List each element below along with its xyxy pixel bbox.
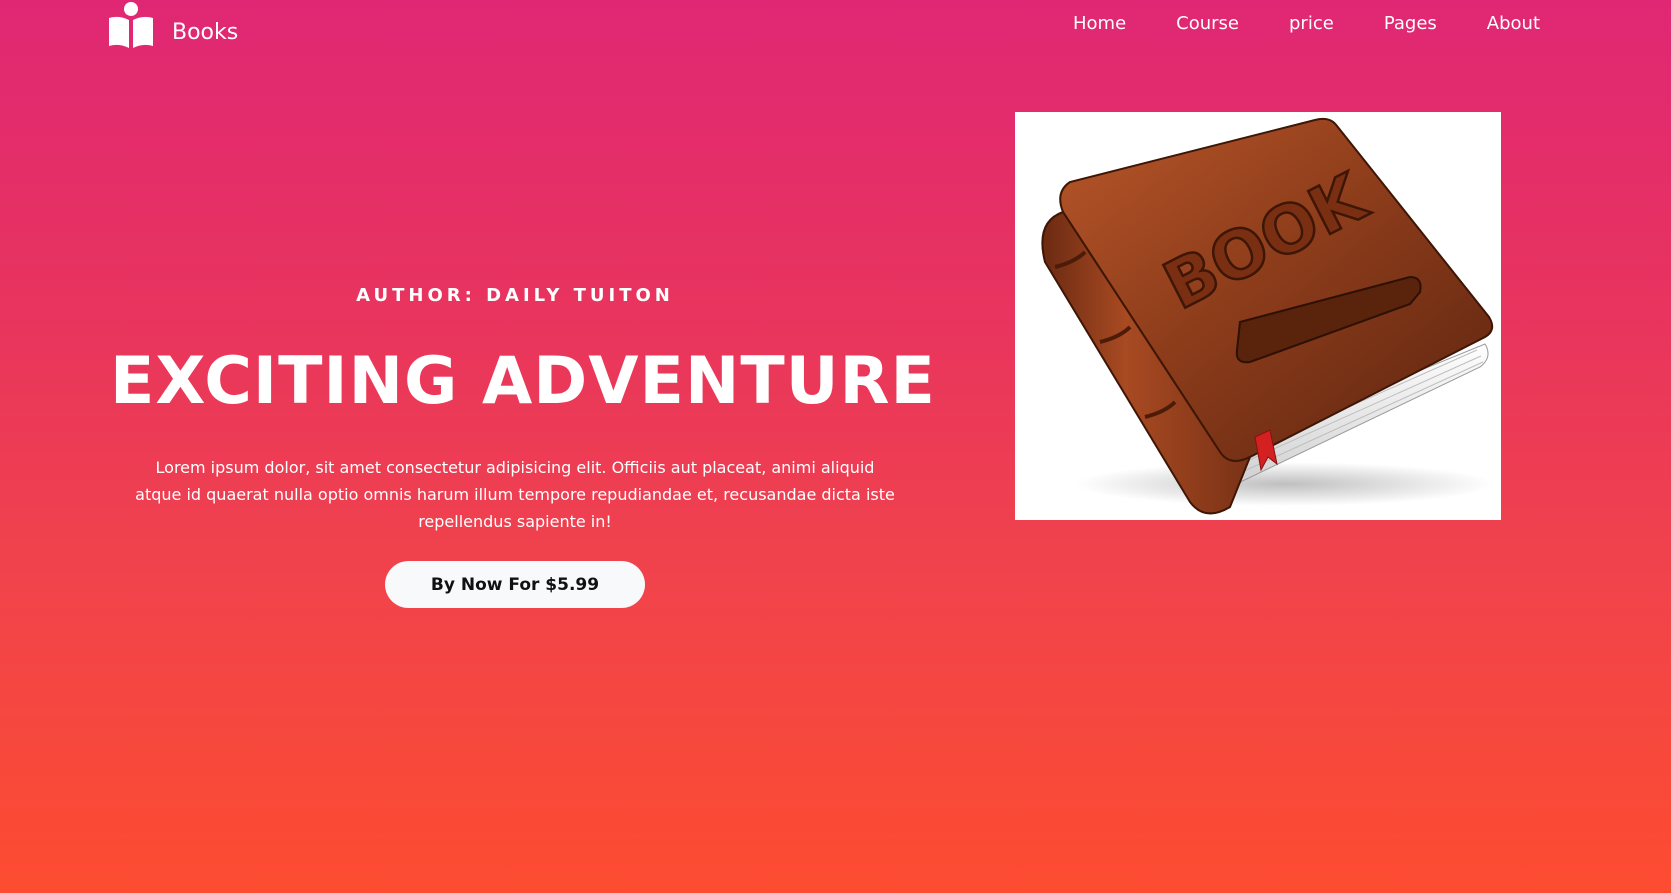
nav-item-price: price [1289, 13, 1334, 34]
hero-section: AUTHOR: DAILY TUITON EXCITING ADVENTURE … [110, 285, 936, 608]
brand-logo-link[interactable]: Books [107, 0, 238, 50]
nav-link-home[interactable]: Home [1073, 13, 1126, 34]
book-illustration: BOOK [1041, 117, 1495, 515]
author-line: AUTHOR: DAILY TUITON [356, 285, 674, 306]
nav-menu: Home Course price Pages About [1073, 13, 1540, 34]
nav-link-course[interactable]: Course [1176, 13, 1239, 34]
open-book-reader-icon [109, 2, 153, 48]
nav-item-pages: Pages [1384, 13, 1437, 34]
nav-item-course: Course [1176, 13, 1239, 34]
nav-link-about[interactable]: About [1487, 13, 1540, 34]
hero-description: Lorem ipsum dolor, sit amet consectetur … [135, 458, 895, 531]
navbar: Books Home Course price Pages About [0, 0, 1671, 60]
book-image: BOOK [1015, 112, 1501, 520]
buy-now-button[interactable]: By Now For $5.99 [385, 561, 645, 608]
book-shadow [1075, 462, 1495, 506]
nav-item-about: About [1487, 13, 1540, 34]
brand-name: Books [172, 19, 239, 45]
nav-item-home: Home [1073, 13, 1126, 34]
nav-link-pages[interactable]: Pages [1384, 13, 1437, 34]
hero-title: EXCITING ADVENTURE [110, 344, 936, 419]
nav-link-price[interactable]: price [1289, 13, 1334, 34]
